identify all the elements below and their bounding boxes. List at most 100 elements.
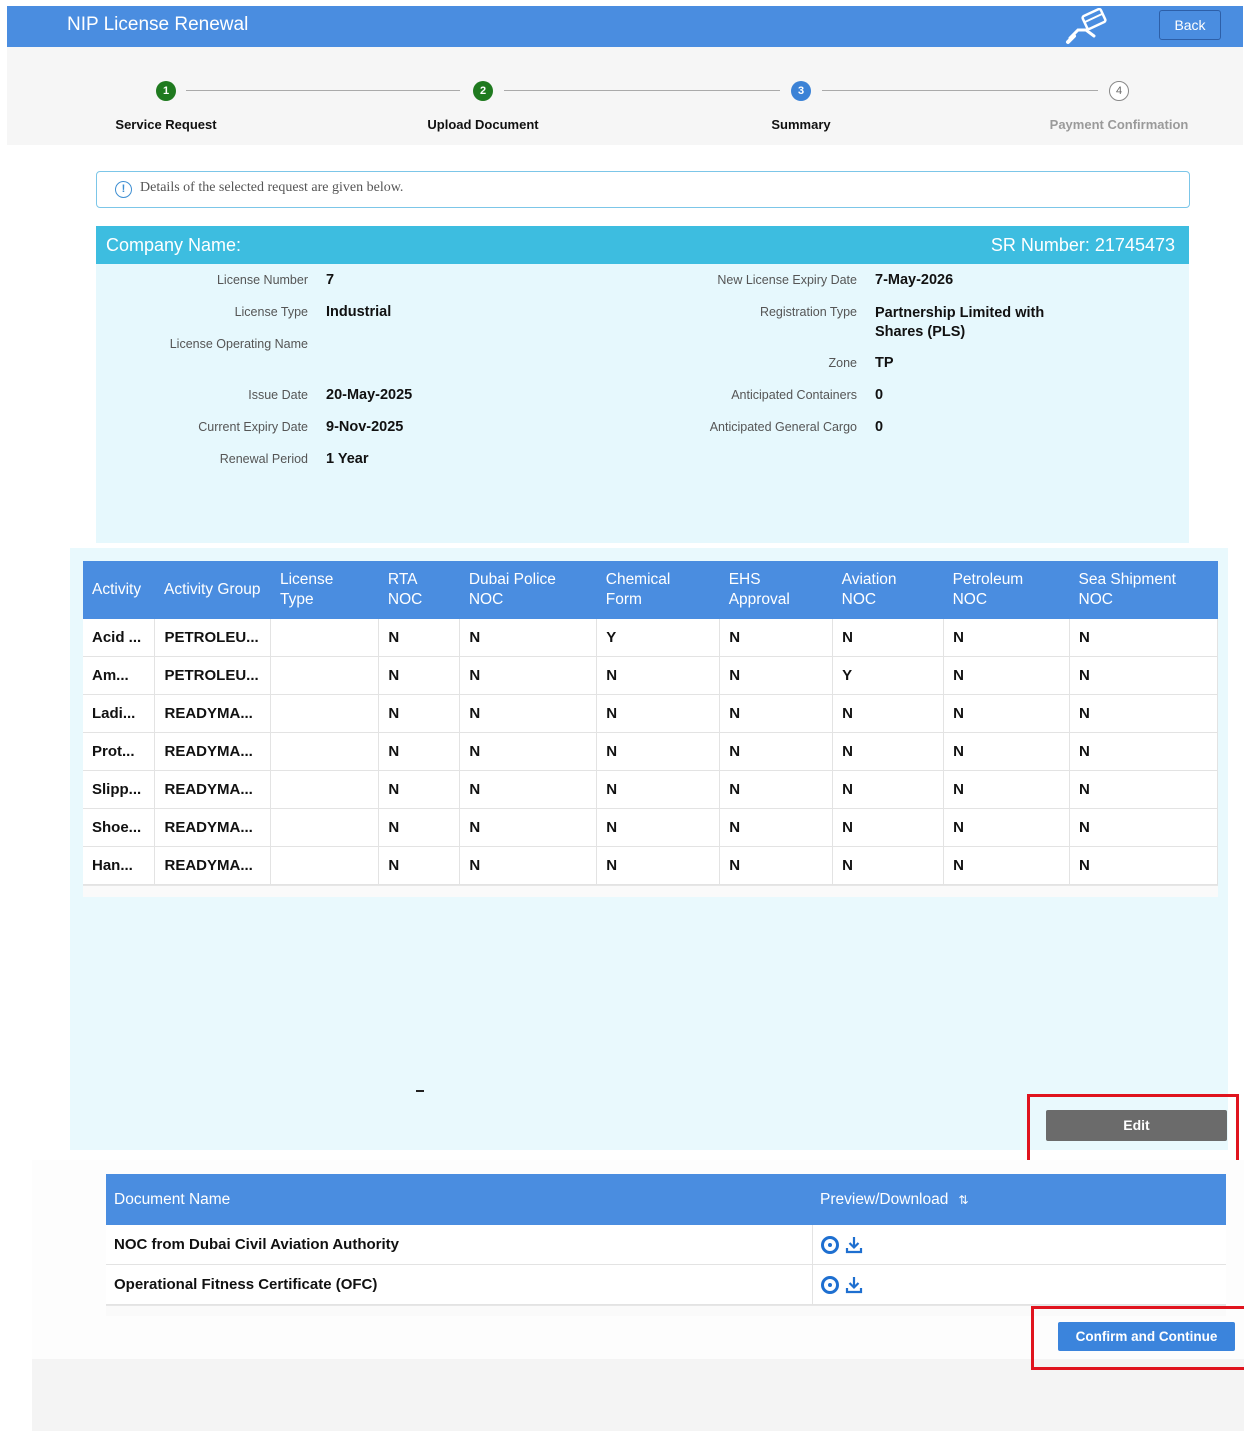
containers-value: 0 — [875, 387, 884, 403]
table-cell: Prot... — [83, 732, 156, 771]
info-icon: ! — [115, 181, 132, 198]
table-row: Acid ... PETROLEU... N N Y N N N N — [83, 619, 1218, 657]
table-cell: N — [943, 770, 1071, 809]
field-label: Renewal Period — [219, 452, 308, 466]
preview-download-header[interactable]: Preview/Download ⇅ — [812, 1174, 1226, 1225]
table-cell: N — [832, 619, 945, 657]
step-3-indicator: 3 — [791, 81, 811, 101]
divider — [416, 1090, 424, 1092]
column-header: Petroleum NOC — [943, 561, 1070, 619]
table-cell: N — [459, 656, 598, 695]
horizontal-scrollbar[interactable] — [83, 885, 1218, 897]
step-1-label: Service Request — [115, 117, 217, 132]
step-connector — [504, 90, 780, 91]
table-cell: N — [1069, 770, 1218, 809]
field-label: Anticipated Containers — [731, 388, 857, 402]
table-row: Ladi... READYMA... N N N N N N N — [83, 694, 1218, 733]
download-icon[interactable] — [845, 1276, 863, 1294]
sort-icon[interactable]: ⇅ — [958, 1193, 968, 1207]
table-cell: N — [719, 808, 834, 847]
general-cargo-value: 0 — [875, 419, 884, 435]
table-cell: Shoe... — [83, 808, 156, 847]
table-cell: N — [1069, 732, 1218, 771]
table-cell: N — [943, 732, 1071, 771]
table-row: Am... PETROLEU... N N N N Y N N — [83, 656, 1218, 695]
table-cell: N — [832, 694, 945, 733]
table-cell: N — [378, 656, 461, 695]
table-cell: PETROLEU... — [154, 656, 272, 695]
table-cell: N — [596, 846, 721, 885]
table-row: NOC from Dubai Civil Aviation Authority — [106, 1225, 1226, 1265]
table-cell: N — [459, 694, 598, 733]
table-cell — [270, 694, 380, 733]
table-cell: N — [596, 656, 721, 695]
table-cell: N — [1069, 619, 1218, 657]
activities-table: Activity Activity Group License Type RTA… — [83, 561, 1218, 885]
table-cell: READYMA... — [154, 694, 272, 733]
step-2-indicator: 2 — [473, 81, 493, 101]
table-cell: N — [459, 732, 598, 771]
hand-card-payment-icon — [1066, 8, 1107, 44]
table-cell — [270, 656, 380, 695]
table-cell: N — [943, 846, 1071, 885]
new-expiry-value: 7-May-2026 — [875, 272, 954, 288]
table-cell: N — [832, 732, 945, 771]
table-cell: N — [378, 732, 461, 771]
table-cell: READYMA... — [154, 732, 272, 771]
table-cell: N — [378, 770, 461, 809]
table-header-row: Activity Activity Group License Type RTA… — [83, 561, 1218, 619]
zone-value: TP — [875, 355, 894, 371]
table-cell: N — [1069, 656, 1218, 695]
table-cell — [270, 808, 380, 847]
table-header-row: Document Name Preview/Download ⇅ — [106, 1174, 1226, 1225]
field-label: Zone — [828, 356, 858, 370]
table-cell: Han... — [83, 846, 156, 885]
preview-eye-icon[interactable] — [820, 1235, 839, 1254]
table-cell: N — [832, 808, 945, 847]
info-banner: ! Details of the selected request are gi… — [96, 171, 1190, 208]
column-header: Sea Shipment NOC — [1069, 561, 1218, 619]
table-cell: N — [596, 770, 721, 809]
table-row: Slipp... READYMA... N N N N N N N — [83, 770, 1218, 809]
table-cell: READYMA... — [154, 846, 272, 885]
document-actions — [812, 1264, 1226, 1305]
table-cell: READYMA... — [154, 808, 272, 847]
table-cell: N — [596, 808, 721, 847]
table-cell: N — [378, 694, 461, 733]
table-row: Prot... READYMA... N N N N N N N — [83, 732, 1218, 771]
preview-eye-icon[interactable] — [820, 1275, 839, 1294]
table-cell: Slipp... — [83, 770, 156, 809]
step-3-label: Summary — [771, 117, 831, 132]
field-label: Issue Date — [248, 388, 308, 402]
table-cell: N — [596, 732, 721, 771]
table-cell: N — [596, 694, 721, 733]
table-cell: N — [943, 808, 1071, 847]
step-2-label: Upload Document — [427, 117, 539, 132]
step-1-indicator: 1 — [156, 81, 176, 101]
step-connector — [186, 90, 460, 91]
table-cell: N — [719, 732, 834, 771]
table-cell: N — [378, 619, 461, 657]
back-button[interactable]: Back — [1159, 10, 1221, 40]
table-cell: N — [943, 619, 1071, 657]
table-cell: N — [719, 770, 834, 809]
field-label: Current Expiry Date — [198, 420, 308, 434]
license-number-value: 7 — [326, 272, 335, 288]
highlight-annotation — [1031, 1306, 1244, 1370]
highlight-annotation — [1027, 1094, 1239, 1163]
table-cell: N — [378, 808, 461, 847]
step-connector — [822, 90, 1098, 91]
table-cell: N — [943, 694, 1071, 733]
download-icon[interactable] — [845, 1236, 863, 1254]
table-cell: N — [719, 694, 834, 733]
table-cell — [270, 619, 380, 657]
table-cell: N — [719, 846, 834, 885]
column-header: EHS Approval — [719, 561, 833, 619]
current-expiry-value: 9-Nov-2025 — [326, 419, 404, 435]
table-cell: Am... — [83, 656, 156, 695]
table-cell: N — [459, 770, 598, 809]
column-header: RTA NOC — [378, 561, 460, 619]
field-label: Registration Type — [759, 305, 857, 319]
table-cell: N — [459, 619, 598, 657]
license-type-value: Industrial — [326, 304, 392, 320]
